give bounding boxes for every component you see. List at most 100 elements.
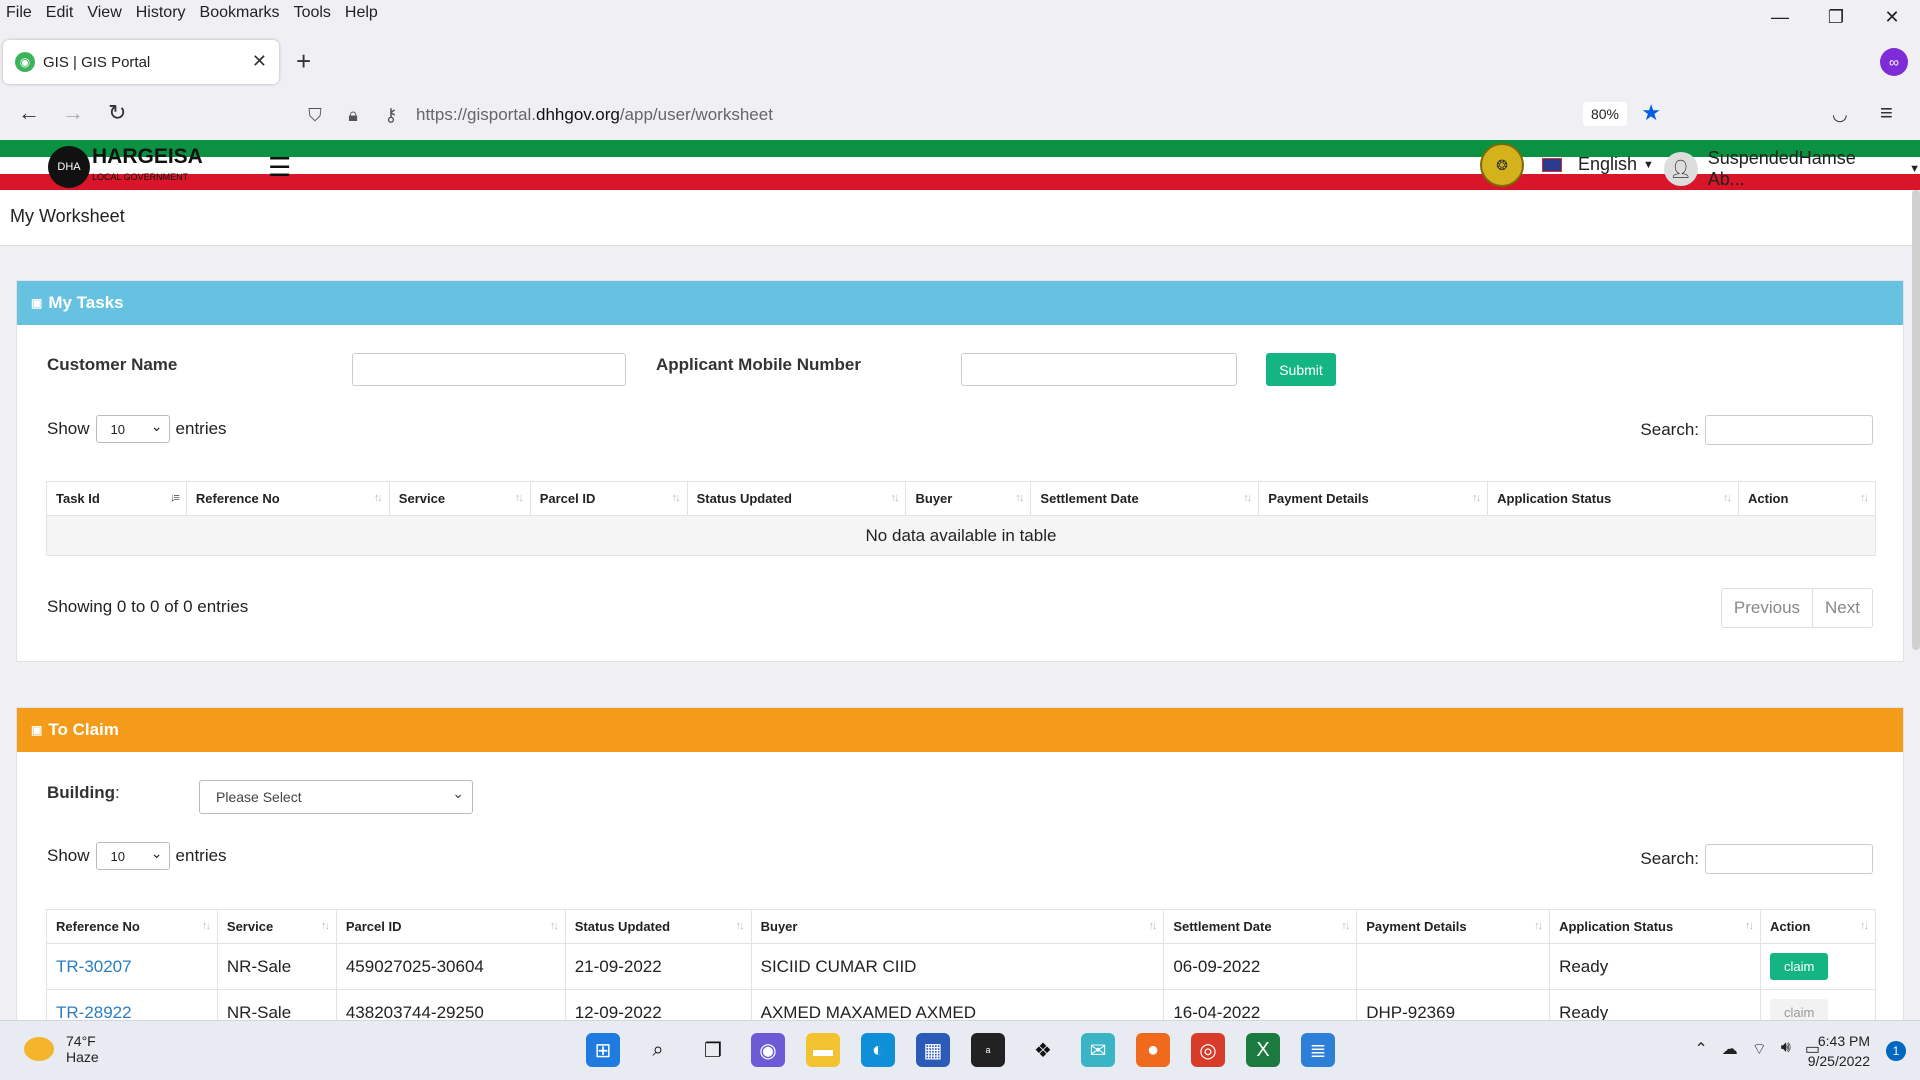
sort-icon: ↑↓ xyxy=(320,920,330,932)
page-size-select[interactable]: 10 xyxy=(95,415,170,443)
sidebar-toggle-icon[interactable]: ☰ xyxy=(268,152,291,183)
chrome-icon[interactable]: ◎ xyxy=(1191,1033,1225,1067)
search-input[interactable] xyxy=(1705,844,1873,874)
page-size-select[interactable]: 10 xyxy=(95,842,170,870)
customer-name-input[interactable] xyxy=(352,353,626,386)
excel-icon[interactable]: X xyxy=(1246,1033,1280,1067)
column-header[interactable]: Buyer ↑↓ xyxy=(750,909,1165,944)
sort-icon: ↑↓ xyxy=(1243,492,1252,504)
new-tab-icon[interactable]: + xyxy=(296,46,311,77)
column-header[interactable]: Task Id ↓≡ xyxy=(46,481,187,516)
messenger-icon[interactable]: ✉ xyxy=(1081,1033,1115,1067)
to-claim-table: Reference No ↑↓ Service ↑↓ Parcel ID ↑↓ Sta… xyxy=(46,909,1877,1036)
menu-tools[interactable]: Tools xyxy=(294,4,331,22)
hargeisa-logo[interactable]: DHA HARGEISA LOCAL GOVERNMENT xyxy=(48,146,203,188)
menu-bookmarks[interactable]: Bookmarks xyxy=(200,4,280,22)
page-scrollbar[interactable] xyxy=(1912,190,1920,650)
column-header[interactable]: Application Status ↑↓ xyxy=(1487,481,1739,516)
user-name: SuspendedHamse Ab... xyxy=(1707,148,1856,189)
next-button[interactable]: Next xyxy=(1813,589,1872,627)
volume-icon[interactable]: 🔊︎ xyxy=(1781,1039,1791,1059)
close-window-icon[interactable]: ✕ xyxy=(1864,0,1920,34)
building-select[interactable]: Please Select xyxy=(199,780,473,814)
column-header[interactable]: Service ↑↓ xyxy=(216,909,337,944)
file-explorer-icon[interactable]: ▬ xyxy=(806,1033,840,1067)
menu-history[interactable]: History xyxy=(136,4,186,22)
lock-icon[interactable]: 🔒︎ xyxy=(340,105,366,126)
column-header[interactable]: Status Updated ↑↓ xyxy=(686,481,907,516)
sort-icon: ↑↓ xyxy=(1534,920,1543,932)
column-header[interactable]: Reference No ↑↓ xyxy=(46,909,218,944)
search-input[interactable] xyxy=(1705,415,1873,445)
hamburger-menu-icon[interactable]: ≡ xyxy=(1880,100,1893,126)
minimize-icon[interactable]: — xyxy=(1752,0,1808,34)
clock[interactable]: 6:43 PM 9/25/2022 xyxy=(1808,1031,1870,1071)
mobile-number-input[interactable] xyxy=(961,353,1237,386)
menu-view[interactable]: View xyxy=(87,4,121,22)
system-tray: ⌃ ☁ ⌔ 🔊︎ ▭ xyxy=(1680,1039,1820,1059)
menu-help[interactable]: Help xyxy=(345,4,378,22)
page-size-control: Show 10 entries xyxy=(47,415,227,443)
column-header[interactable]: Buyer ↑↓ xyxy=(905,481,1032,516)
chevron-up-icon[interactable]: ⌃ xyxy=(1694,1039,1707,1059)
column-header[interactable]: Action ↑↓ xyxy=(1759,909,1877,944)
reference-link[interactable]: TR-28922 xyxy=(56,1003,132,1022)
menu-edit[interactable]: Edit xyxy=(46,4,74,22)
reload-icon[interactable]: ↻ xyxy=(108,100,126,126)
my-tasks-title: My Tasks xyxy=(48,293,124,312)
pocket-icon[interactable]: ◡ xyxy=(1832,104,1848,125)
sort-asc-icon: ↓≡ xyxy=(169,492,180,504)
column-header[interactable]: Settlement Date ↑↓ xyxy=(1030,481,1260,516)
to-claim-title: To Claim xyxy=(48,720,119,739)
column-header[interactable]: Parcel ID ↑↓ xyxy=(529,481,688,516)
restore-icon[interactable]: ❐ xyxy=(1808,0,1864,34)
page-size-control: Show 10 entries xyxy=(47,842,227,870)
search-icon[interactable]: ⌕ xyxy=(641,1033,675,1067)
column-header[interactable]: Service ↑↓ xyxy=(388,481,531,516)
column-header[interactable]: Parcel ID ↑↓ xyxy=(335,909,566,944)
chat-icon[interactable]: ◉ xyxy=(751,1033,785,1067)
column-header[interactable]: Application Status ↑↓ xyxy=(1549,909,1761,944)
bookmark-star-icon[interactable]: ★ xyxy=(1641,100,1661,126)
store-icon[interactable]: ▦ xyxy=(916,1033,950,1067)
url-text[interactable]: https://gisportal.dhhgov.org/app/user/wo… xyxy=(416,105,773,125)
search-label: Search: xyxy=(1640,420,1699,439)
sort-icon: ↑↓ xyxy=(514,492,524,504)
previous-button[interactable]: Previous xyxy=(1722,589,1814,627)
column-header[interactable]: Action ↑↓ xyxy=(1738,481,1876,516)
onedrive-icon[interactable]: ☁ xyxy=(1722,1039,1738,1059)
submit-button[interactable]: Submit xyxy=(1266,353,1336,386)
forward-icon[interactable]: → xyxy=(62,100,84,126)
sort-icon: ↑↓ xyxy=(1148,920,1157,932)
sort-icon: ↑↓ xyxy=(549,920,559,932)
task-view-icon[interactable]: ❐ xyxy=(696,1033,730,1067)
claim-button[interactable]: claim xyxy=(1769,953,1829,980)
start-icon[interactable]: ⊞ xyxy=(586,1033,620,1067)
language-selector[interactable]: English ▼ xyxy=(1542,154,1654,175)
wifi-icon[interactable]: ⌔ xyxy=(1752,1039,1767,1059)
column-header[interactable]: Status Updated ↑↓ xyxy=(564,909,752,944)
column-header[interactable]: Settlement Date ↑↓ xyxy=(1163,909,1358,944)
back-icon[interactable]: ← xyxy=(18,100,40,126)
user-menu[interactable]: 👤︎ SuspendedHamse Ab... ▼ xyxy=(1664,148,1920,190)
close-tab-icon[interactable]: ✕ xyxy=(252,51,267,72)
notification-badge[interactable]: 1 xyxy=(1886,1041,1906,1061)
menu-file[interactable]: File xyxy=(6,4,32,22)
url-bar[interactable]: ⛉ 🔒︎ ⚷ https://gisportal.dhhgov.org/app/… xyxy=(290,96,1675,134)
key-icon[interactable]: ⚷ xyxy=(378,105,404,126)
nav-bar: ← → ↻ ⛉ 🔒︎ ⚷ https://gisportal.dhhgov.or… xyxy=(0,92,1920,138)
edge-icon[interactable]: ◐ xyxy=(861,1033,895,1067)
extension-icon[interactable]: ∞ xyxy=(1880,48,1908,76)
amazon-icon[interactable]: a xyxy=(971,1033,1005,1067)
dropbox-icon[interactable]: ❖ xyxy=(1026,1033,1060,1067)
column-header[interactable]: Payment Details ↑↓ xyxy=(1356,909,1551,944)
notepad-icon[interactable]: ≣ xyxy=(1301,1033,1335,1067)
column-header[interactable]: Payment Details ↑↓ xyxy=(1258,481,1489,516)
reference-link[interactable]: TR-30207 xyxy=(56,957,132,976)
column-header[interactable]: Reference No ↑↓ xyxy=(185,481,390,516)
zoom-level[interactable]: 80% xyxy=(1582,102,1627,126)
browser-tab[interactable]: ◉ GIS | GIS Portal ✕ xyxy=(3,40,279,84)
shield-icon[interactable]: ⛉ xyxy=(302,105,328,126)
firefox-icon[interactable]: ● xyxy=(1136,1033,1170,1067)
weather-widget[interactable]: 74°F Haze xyxy=(24,1033,99,1065)
